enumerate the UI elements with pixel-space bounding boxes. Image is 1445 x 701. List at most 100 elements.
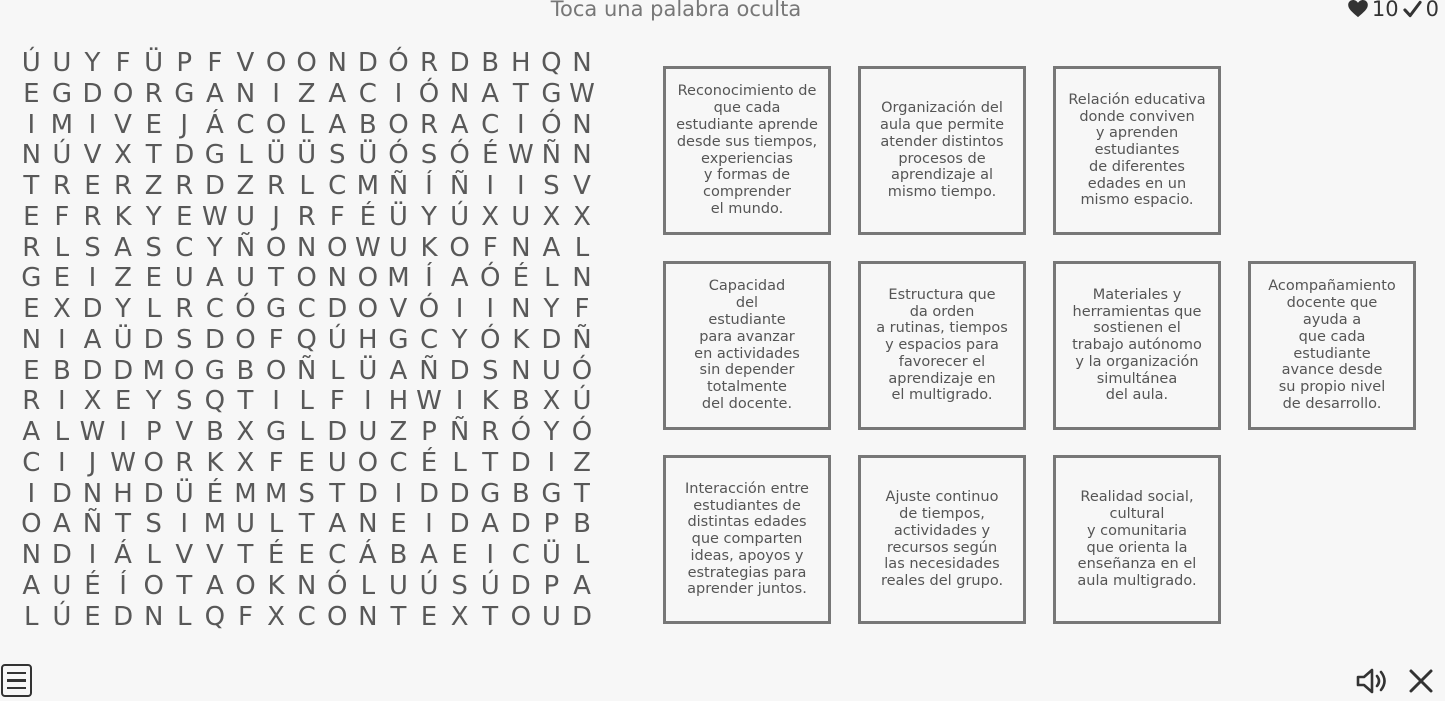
grid-letter[interactable]: A (322, 110, 353, 141)
grid-letter[interactable]: U (383, 571, 414, 602)
grid-letter[interactable]: A (414, 540, 445, 571)
grid-letter[interactable]: H (506, 48, 537, 79)
grid-letter[interactable]: E (138, 110, 169, 141)
grid-letter[interactable]: N (322, 48, 353, 79)
grid-letter[interactable]: Ñ (291, 356, 322, 387)
grid-letter[interactable]: L (567, 233, 598, 264)
grid-letter[interactable]: O (291, 48, 322, 79)
grid-letter[interactable]: X (444, 602, 475, 633)
grid-letter[interactable]: C (200, 294, 231, 325)
grid-letter[interactable]: Ñ (444, 171, 475, 202)
grid-letter[interactable]: V (169, 417, 200, 448)
grid-letter[interactable]: O (444, 233, 475, 264)
grid-letter[interactable]: R (261, 171, 292, 202)
grid-letter[interactable]: Ü (353, 140, 384, 171)
grid-letter[interactable]: H (108, 479, 139, 510)
grid-letter[interactable]: Ñ (567, 325, 598, 356)
grid-letter[interactable]: U (536, 602, 567, 633)
grid-letter[interactable]: F (261, 448, 292, 479)
grid-letter[interactable]: Ü (261, 140, 292, 171)
grid-letter[interactable]: O (230, 325, 261, 356)
grid-letter[interactable]: Ú (444, 202, 475, 233)
grid-letter[interactable]: K (108, 202, 139, 233)
grid-letter[interactable]: O (261, 356, 292, 387)
grid-letter[interactable]: S (138, 509, 169, 540)
grid-letter[interactable]: R (77, 202, 108, 233)
grid-letter[interactable]: I (475, 294, 506, 325)
grid-letter[interactable]: P (536, 571, 567, 602)
grid-letter[interactable]: Ñ (383, 171, 414, 202)
grid-letter[interactable]: W (108, 448, 139, 479)
grid-letter[interactable]: X (230, 417, 261, 448)
grid-letter[interactable]: C (291, 294, 322, 325)
grid-letter[interactable]: I (169, 509, 200, 540)
grid-letter[interactable]: D (444, 479, 475, 510)
grid-letter[interactable]: U (536, 356, 567, 387)
definition-card[interactable]: Relación educativa donde conviven y apre… (1053, 66, 1221, 235)
definition-card[interactable]: Reconocimiento de que cada estudiante ap… (663, 66, 831, 235)
grid-letter[interactable]: V (77, 140, 108, 171)
grid-letter[interactable]: E (16, 202, 47, 233)
grid-letter[interactable]: B (506, 479, 537, 510)
grid-letter[interactable]: G (475, 479, 506, 510)
definition-card[interactable]: Realidad social, cultural y comunitaria … (1053, 455, 1221, 624)
grid-letter[interactable]: I (353, 386, 384, 417)
grid-letter[interactable]: O (261, 110, 292, 141)
grid-letter[interactable]: N (506, 233, 537, 264)
grid-letter[interactable]: M (47, 110, 78, 141)
grid-letter[interactable]: P (536, 509, 567, 540)
grid-letter[interactable]: G (536, 479, 567, 510)
grid-letter[interactable]: L (169, 602, 200, 633)
grid-letter[interactable]: D (108, 602, 139, 633)
grid-letter[interactable]: T (567, 479, 598, 510)
grid-letter[interactable]: M (353, 171, 384, 202)
grid-letter[interactable]: B (506, 386, 537, 417)
grid-letter[interactable]: Ó (414, 294, 445, 325)
grid-letter[interactable]: R (16, 233, 47, 264)
definition-card[interactable]: Organización del aula que permite atende… (858, 66, 1026, 235)
grid-letter[interactable]: O (353, 263, 384, 294)
grid-letter[interactable]: M (261, 479, 292, 510)
grid-letter[interactable]: B (383, 540, 414, 571)
grid-letter[interactable]: D (506, 571, 537, 602)
grid-letter[interactable]: A (200, 571, 231, 602)
grid-letter[interactable]: O (322, 602, 353, 633)
grid-letter[interactable]: O (138, 448, 169, 479)
grid-letter[interactable]: R (47, 171, 78, 202)
grid-letter[interactable]: Ü (138, 48, 169, 79)
grid-letter[interactable]: R (169, 294, 200, 325)
grid-letter[interactable]: Á (108, 540, 139, 571)
grid-letter[interactable]: Ñ (444, 417, 475, 448)
grid-letter[interactable]: G (383, 325, 414, 356)
grid-letter[interactable]: A (536, 233, 567, 264)
grid-letter[interactable]: A (444, 110, 475, 141)
grid-letter[interactable]: I (506, 110, 537, 141)
grid-letter[interactable]: O (353, 294, 384, 325)
grid-letter[interactable]: D (506, 509, 537, 540)
grid-letter[interactable]: U (383, 233, 414, 264)
grid-letter[interactable]: Ó (383, 140, 414, 171)
letter-grid[interactable]: ÚUYFÜPFVOONDÓRDBHQNEGDORGANIZACIÓNATGWIM… (16, 48, 597, 632)
definition-card[interactable]: Ajuste continuo de tiempos, actividades … (858, 455, 1026, 624)
grid-letter[interactable]: O (230, 571, 261, 602)
grid-letter[interactable]: D (108, 356, 139, 387)
grid-letter[interactable]: É (506, 263, 537, 294)
grid-letter[interactable]: Ú (475, 571, 506, 602)
grid-letter[interactable]: G (261, 417, 292, 448)
grid-letter[interactable]: D (47, 540, 78, 571)
grid-letter[interactable]: Ü (108, 325, 139, 356)
grid-letter[interactable]: U (47, 48, 78, 79)
grid-letter[interactable]: T (291, 509, 322, 540)
grid-letter[interactable]: F (200, 48, 231, 79)
grid-letter[interactable]: N (567, 110, 598, 141)
grid-letter[interactable]: R (414, 110, 445, 141)
grid-letter[interactable]: T (383, 602, 414, 633)
grid-letter[interactable]: P (414, 417, 445, 448)
grid-letter[interactable]: R (16, 386, 47, 417)
grid-letter[interactable]: D (506, 448, 537, 479)
grid-letter[interactable]: O (353, 448, 384, 479)
grid-letter[interactable]: F (322, 202, 353, 233)
grid-letter[interactable]: A (200, 79, 231, 110)
grid-letter[interactable]: G (536, 79, 567, 110)
grid-letter[interactable]: W (353, 233, 384, 264)
